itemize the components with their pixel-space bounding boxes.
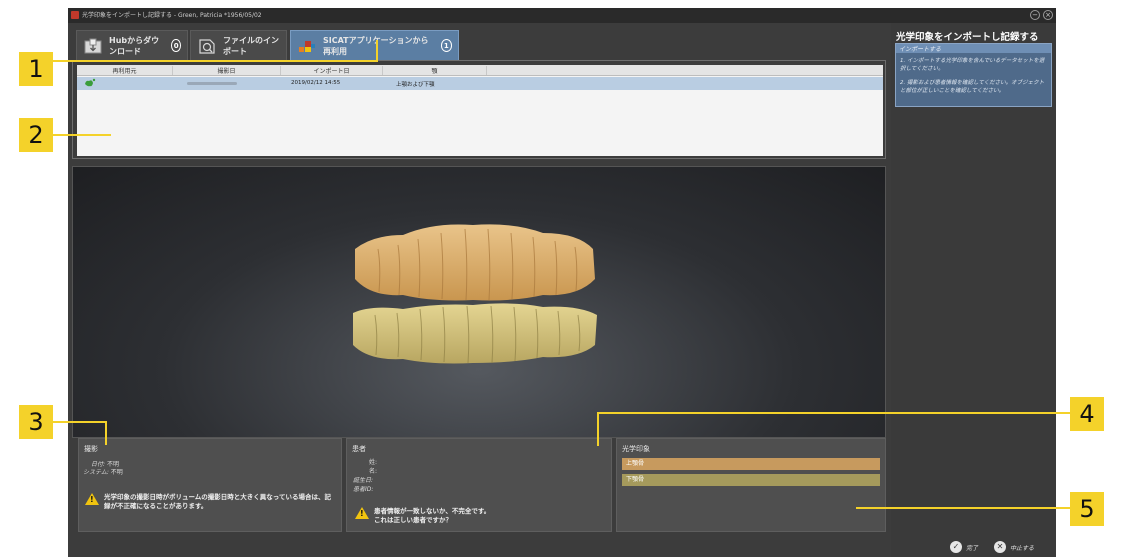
close-circle-icon: ✕ (994, 541, 1006, 553)
column-header[interactable]: 再利用元 (77, 66, 173, 75)
file-import-icon (197, 37, 217, 55)
patient-warning: ! 患者情報が一致しないか、不完全です。 これは正しい患者ですか？ (355, 507, 605, 525)
instructions-heading: インポートする (896, 44, 1051, 53)
system-value: 不明 (110, 469, 123, 476)
warning-icon: ! (85, 493, 99, 505)
optical-impression-panel: 光学印象 上顎骨 下顎骨 (616, 438, 886, 532)
table-header: 再利用元 撮影日 インポート日 顎 (77, 65, 883, 76)
upper-jaw-item[interactable]: 上顎骨 (622, 458, 880, 470)
capture-warning-text: 光学印象の撮影日時がボリュームの撮影日時と大きく異なっている場合は、記録が不正確… (104, 493, 331, 510)
patient-id-label: 患者ID: (353, 486, 374, 493)
table-row[interactable]: 2019/02/12 14:55 上顎および下顎 (77, 77, 883, 90)
instructions-box: インポートする 1. インポートする光学印象を含んでいるデータセットを選択してく… (895, 43, 1052, 107)
patient-title: 患者 (352, 445, 366, 453)
column-header[interactable]: インポート日 (281, 66, 383, 75)
checkmark-icon: ✓ (950, 541, 962, 553)
callout-1: 1 (19, 52, 53, 86)
tab-count-badge: 0 (171, 39, 181, 52)
callout-1-leader (53, 60, 377, 62)
import-date-cell: 2019/02/12 14:55 (291, 80, 341, 86)
patient-info-panel: 患者 姓: 名: 誕生日: 患者ID: ! 患者情報が一致しないか、不完全です。… (346, 438, 612, 532)
callout-4: 4 (1070, 397, 1104, 431)
tab-sicat-reuse[interactable]: SICATアプリケーションから再利用 1 (290, 30, 459, 60)
capture-system-row: システム: 不明 (83, 467, 123, 476)
callout-5: 5 (1070, 492, 1104, 526)
instruction-step-2: 2. 撮影および患者情報を確認してください。オブジェクトと部位が正しいことを確認… (900, 80, 1045, 94)
finish-button[interactable]: ✓ 完了 (950, 541, 978, 553)
tab-label: SICATアプリケーションから再利用 (323, 35, 429, 56)
title-bar: 光学印象をインポートし記録する - Green, Patricia *1956/… (68, 8, 1056, 23)
minimize-icon[interactable]: − (1030, 10, 1040, 20)
birth-date-label: 誕生日: (353, 477, 374, 484)
callout-3-leader (53, 421, 107, 423)
tab-label: ファイルのインポート (223, 35, 279, 56)
callout-5-leader (856, 507, 1070, 509)
patient-warning-line1: 患者情報が一致しないか、不完全です。 (374, 507, 491, 515)
first-name-label: 名: (369, 468, 378, 475)
window-title: 光学印象をインポートし記録する - Green, Patricia *1956/… (82, 12, 262, 19)
callout-3-leader-v (105, 421, 107, 445)
app-logo-icon (71, 11, 79, 19)
callout-4-leader-v (597, 412, 599, 446)
app-window: 光学印象をインポートし記録する - Green, Patricia *1956/… (68, 8, 1056, 557)
finish-label: 完了 (966, 544, 979, 552)
system-label: システム: (83, 469, 109, 476)
callout-1-leader-v (376, 40, 378, 62)
callout-2: 2 (19, 118, 53, 152)
jaw-cell: 上顎および下顎 (396, 82, 435, 88)
dataset-list-panel: 再利用元 撮影日 インポート日 顎 2019/02/12 14:55 上顎および… (72, 60, 886, 159)
tab-label: Hubからダウンロード (109, 35, 160, 56)
assistant-sidebar: 光学印象をインポートし記録する インポートする 1. インポートする光学印象を含… (891, 23, 1056, 557)
dental-model-image (353, 224, 597, 364)
download-box-icon (83, 37, 103, 55)
callout-4-leader (598, 412, 1070, 414)
close-icon[interactable]: × (1043, 10, 1053, 20)
patient-warning-text: 患者情報が一致しないか、不完全です。 これは正しい患者ですか？ (374, 507, 490, 525)
capture-date-redacted (187, 82, 237, 85)
callout-3: 3 (19, 405, 53, 439)
tab-hub-download[interactable]: Hubからダウンロード 0 (76, 30, 188, 60)
capture-warning: ! 光学印象の撮影日時がボリュームの撮影日時と大きく異なっている場合は、記録が不… (85, 493, 337, 511)
tab-file-import[interactable]: ファイルのインポート (190, 30, 287, 60)
sicat-logo-icon (297, 37, 317, 55)
callout-2-leader (53, 134, 111, 136)
patient-warning-line2: これは正しい患者ですか？ (374, 516, 452, 524)
impression-title: 光学印象 (622, 445, 650, 453)
cancel-button[interactable]: ✕ 中止する (994, 541, 1034, 553)
3d-model-viewer[interactable] (72, 166, 886, 438)
last-name-label: 姓: (369, 459, 378, 466)
capture-title: 撮影 (84, 445, 98, 453)
column-header[interactable]: 撮影日 (173, 66, 281, 75)
cancel-label: 中止する (1010, 544, 1035, 552)
column-header[interactable]: 顎 (383, 66, 487, 75)
tab-count-badge: 1 (440, 39, 452, 52)
capture-info-panel: 撮影 日付: 不明 システム: 不明 ! 光学印象の撮影日時がボリュームの撮影日… (78, 438, 342, 532)
instruction-step-1: 1. インポートする光学印象を含んでいるデータセットを選択してください。 (900, 58, 1045, 72)
dataset-table[interactable]: 再利用元 撮影日 インポート日 顎 2019/02/12 14:55 上顎および… (77, 65, 883, 156)
warning-icon: ! (355, 507, 369, 519)
tooth-icon (83, 78, 97, 90)
sidebar-title: 光学印象をインポートし記録する (896, 32, 1039, 43)
lower-jaw-item[interactable]: 下顎骨 (622, 474, 880, 486)
